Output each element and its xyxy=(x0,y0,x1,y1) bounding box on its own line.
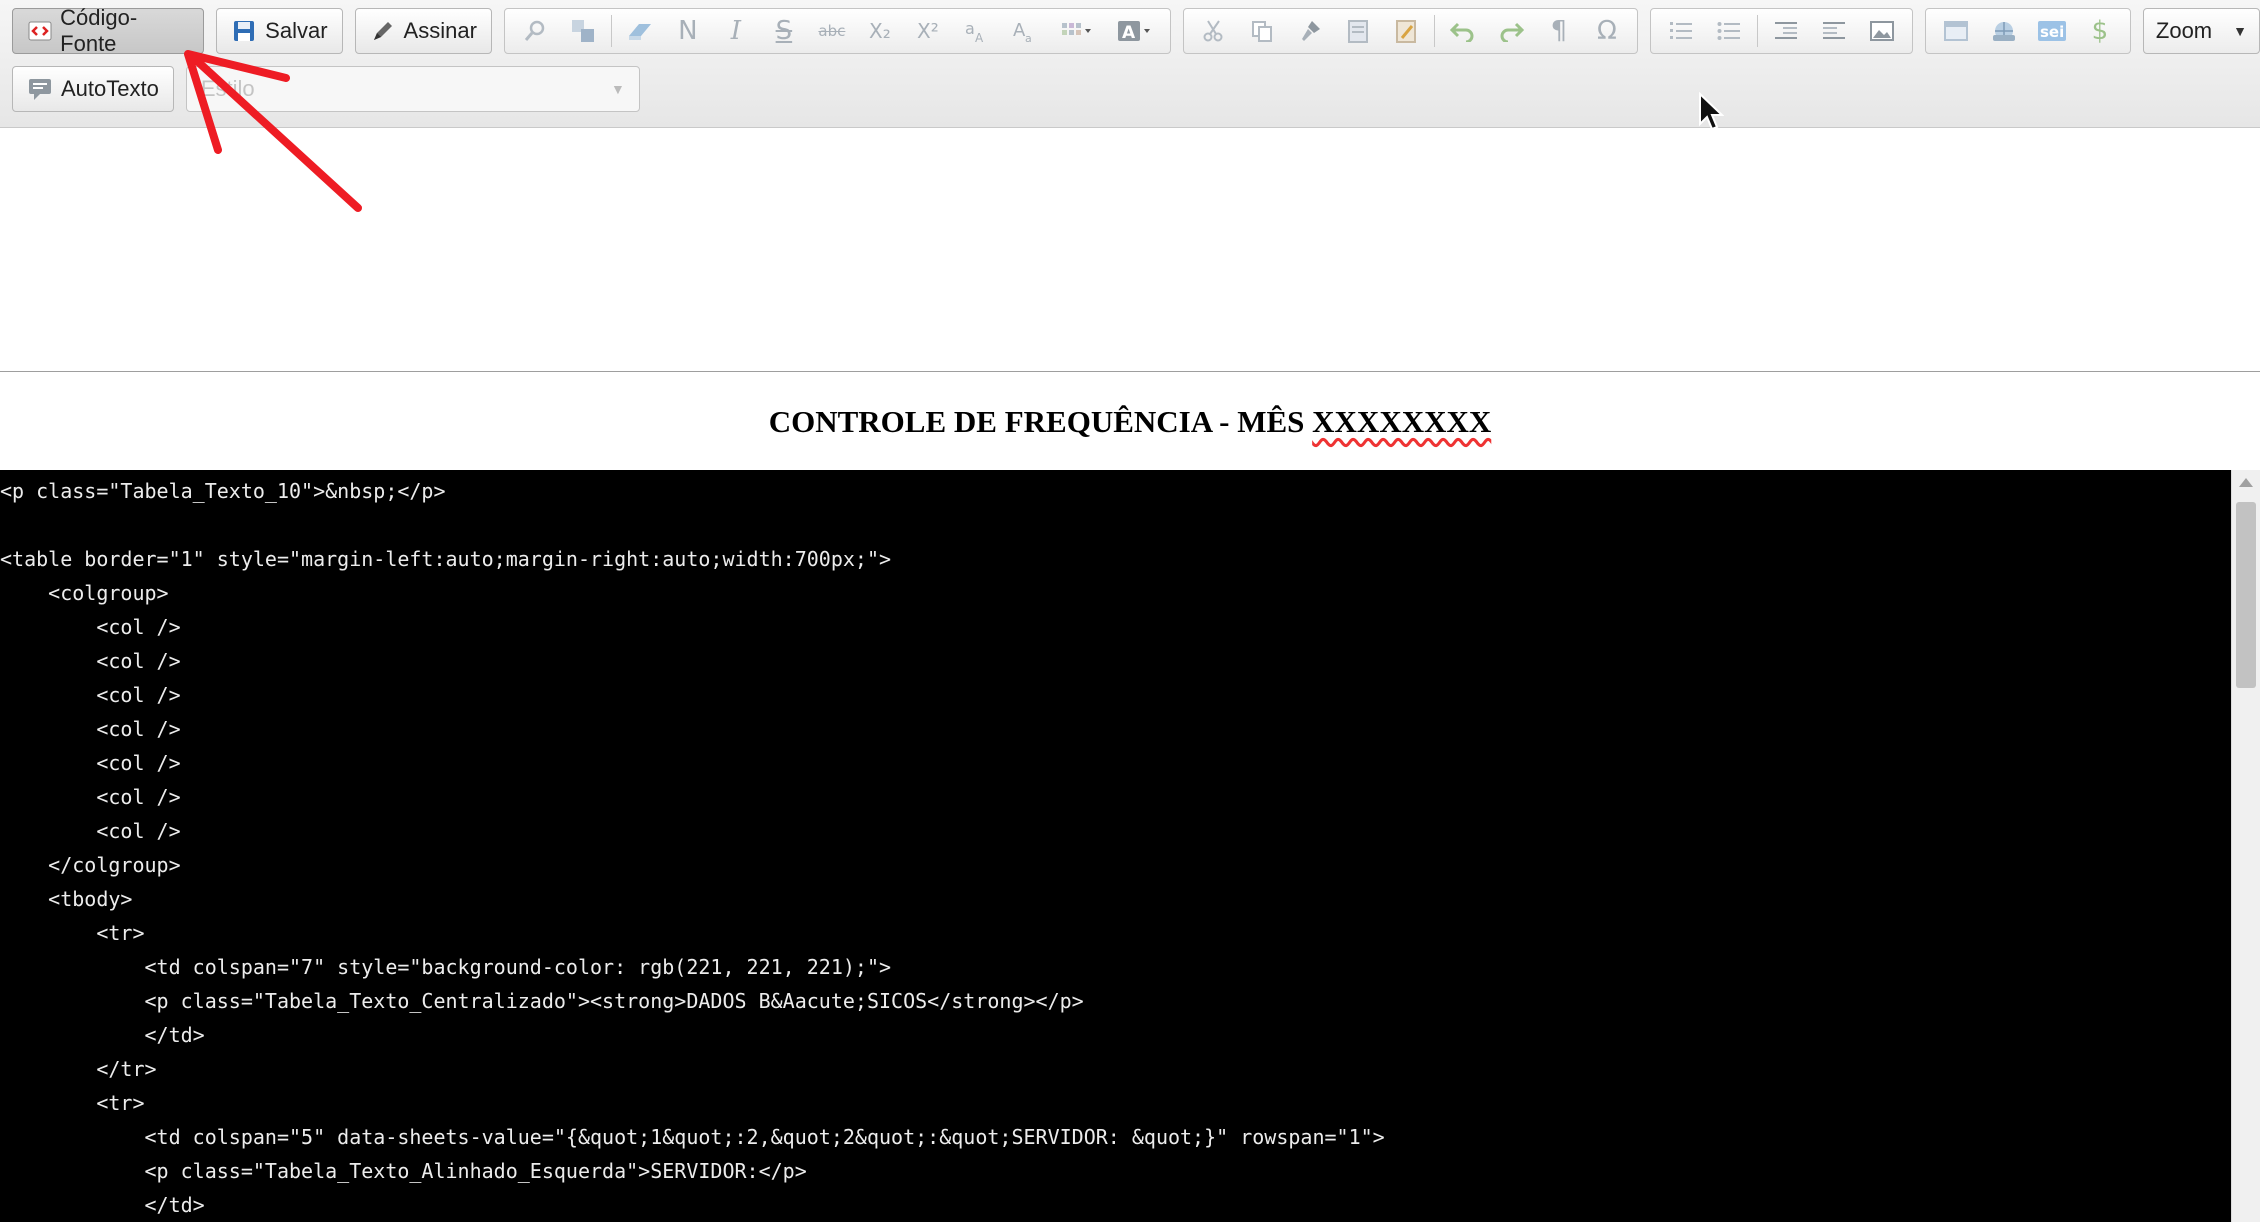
autotext-button[interactable]: AutoTexto xyxy=(12,66,174,112)
decrease-indent-icon[interactable] xyxy=(1762,11,1810,51)
code-line: <tr> xyxy=(0,921,145,945)
sign-label: Assinar xyxy=(403,18,477,43)
document-blank-area[interactable] xyxy=(0,128,2260,372)
underline-strike-icon[interactable]: S xyxy=(760,11,808,51)
code-line: <p class="Tabela_Texto_10">&nbsp;</p> xyxy=(0,479,446,503)
paste-icon[interactable] xyxy=(1334,11,1382,51)
document-title-region[interactable]: CONTROLE DE FREQUÊNCIA - MÊS XXXXXXXX xyxy=(0,372,2260,470)
toolbar-separator xyxy=(1756,15,1758,47)
increase-indent-icon[interactable] xyxy=(1810,11,1858,51)
document-title-placeholder: XXXXXXXX xyxy=(1312,404,1492,439)
increase-font-icon[interactable]: aA xyxy=(952,11,1000,51)
source-code-button[interactable]: Código-Fonte xyxy=(12,5,205,56)
code-line: <col /> xyxy=(0,615,181,639)
sei-link-icon[interactable]: sei xyxy=(2028,11,2076,51)
speech-bubble-icon xyxy=(27,76,53,102)
special-character-icon[interactable]: Ω xyxy=(1583,11,1631,51)
dollar-icon[interactable]: $ xyxy=(2076,11,2124,51)
italic-icon[interactable]: I xyxy=(712,11,760,51)
edit-toolbar-group: ¶ Ω xyxy=(1182,8,1638,54)
toolbar-separator xyxy=(1433,15,1435,47)
code-line: <col /> xyxy=(0,751,181,775)
code-line: <td colspan="7" style="background-color:… xyxy=(0,955,892,979)
bulleted-list-icon[interactable] xyxy=(1705,11,1753,51)
insert-toolbar-group: sei $ xyxy=(1924,8,2131,54)
toolbar-separator xyxy=(610,15,612,47)
mouse-cursor-icon xyxy=(1699,92,1724,131)
text-color-icon[interactable]: A xyxy=(1106,11,1164,51)
paragraph-marks-icon[interactable]: ¶ xyxy=(1535,11,1583,51)
code-line: <p class="Tabela_Texto_Alinhado_Esquerda… xyxy=(0,1159,807,1183)
zoom-label: Zoom xyxy=(2155,18,2213,43)
format-toolbar-group: N I S abc X₂ X² aA Aa A xyxy=(503,8,1171,54)
code-line: <table border="1" style="margin-left:aut… xyxy=(0,547,892,571)
save-label: Salvar xyxy=(265,18,328,43)
svg-text:a: a xyxy=(1025,32,1032,44)
scrollbar-thumb[interactable] xyxy=(2236,502,2256,688)
code-line: <col /> xyxy=(0,649,181,673)
code-line: </td> xyxy=(0,1023,205,1047)
bold-icon[interactable]: N xyxy=(664,11,712,51)
scroll-up-arrow-icon[interactable] xyxy=(2239,478,2253,487)
code-line: <col /> xyxy=(0,819,181,843)
document-title: CONTROLE DE FREQUÊNCIA - MÊS XXXXXXXX xyxy=(0,404,2260,440)
save-button[interactable]: Salvar xyxy=(216,8,343,54)
code-line: <col /> xyxy=(0,717,181,741)
format-painter-icon[interactable] xyxy=(1286,11,1334,51)
undo-icon[interactable] xyxy=(1439,11,1487,51)
replace-icon[interactable] xyxy=(559,11,607,51)
subscript-icon[interactable]: X₂ xyxy=(856,11,904,51)
web-link-icon[interactable] xyxy=(1980,11,2028,51)
style-select-placeholder: Estilo xyxy=(200,76,255,101)
image-icon[interactable] xyxy=(1858,11,1906,51)
toolbar-row-2: AutoTexto Estilo ▼ xyxy=(0,64,640,114)
sign-button[interactable]: Assinar xyxy=(354,8,492,54)
chevron-down-icon: ▼ xyxy=(610,81,625,97)
copy-icon[interactable] xyxy=(1238,11,1286,51)
svg-text:A: A xyxy=(1122,23,1136,43)
floppy-disk-icon xyxy=(231,18,257,44)
numbered-list-icon[interactable] xyxy=(1657,11,1705,51)
strikethrough-icon[interactable]: abc xyxy=(808,11,856,51)
paste-word-icon[interactable] xyxy=(1382,11,1430,51)
svg-text:a: a xyxy=(965,19,975,38)
vertical-scrollbar[interactable] xyxy=(2231,470,2260,1222)
table-icon[interactable] xyxy=(1932,11,1980,51)
decrease-font-icon[interactable]: Aa xyxy=(1000,11,1048,51)
toolbar-row-1: Código-Fonte Salvar Assinar N I S abc X₂… xyxy=(0,5,2260,56)
code-line: </tr> xyxy=(0,1057,157,1081)
code-line: <colgroup> xyxy=(0,581,169,605)
source-code-label: Código-Fonte xyxy=(60,5,138,56)
source-code-text[interactable]: <p class="Tabela_Texto_10">&nbsp;</p> <t… xyxy=(0,470,2232,1222)
chevron-down-icon: ▼ xyxy=(2233,23,2247,39)
code-line: <tbody> xyxy=(0,887,133,911)
code-line: <tr> xyxy=(0,1091,145,1115)
autotext-label: AutoTexto xyxy=(61,76,159,101)
superscript-icon[interactable]: X² xyxy=(904,11,952,51)
zoom-dropdown[interactable]: Zoom ▼ xyxy=(2142,8,2260,54)
code-line: </td> xyxy=(0,1193,205,1217)
source-code-editor[interactable]: <p class="Tabela_Texto_10">&nbsp;</p> <t… xyxy=(0,470,2232,1222)
svg-text:sei: sei xyxy=(2040,23,2064,41)
code-line: <td colspan="5" data-sheets-value="{&quo… xyxy=(0,1125,1385,1149)
svg-text:A: A xyxy=(975,31,984,44)
pen-icon xyxy=(370,18,396,44)
cut-icon[interactable] xyxy=(1190,11,1238,51)
background-color-icon[interactable] xyxy=(1048,11,1106,51)
document-title-prefix: CONTROLE DE FREQUÊNCIA - MÊS xyxy=(768,404,1313,439)
editor-toolbar: Código-Fonte Salvar Assinar N I S abc X₂… xyxy=(0,0,2260,128)
redo-icon[interactable] xyxy=(1487,11,1535,51)
source-code-icon xyxy=(27,18,52,44)
style-select[interactable]: Estilo ▼ xyxy=(185,66,640,112)
list-toolbar-group xyxy=(1649,8,1913,54)
code-line: <col /> xyxy=(0,785,181,809)
find-icon[interactable] xyxy=(511,11,559,51)
code-line: <col /> xyxy=(0,683,181,707)
eraser-icon[interactable] xyxy=(616,11,664,51)
code-line: <p class="Tabela_Texto_Centralizado"><st… xyxy=(0,989,1084,1013)
code-line: </colgroup> xyxy=(0,853,181,877)
